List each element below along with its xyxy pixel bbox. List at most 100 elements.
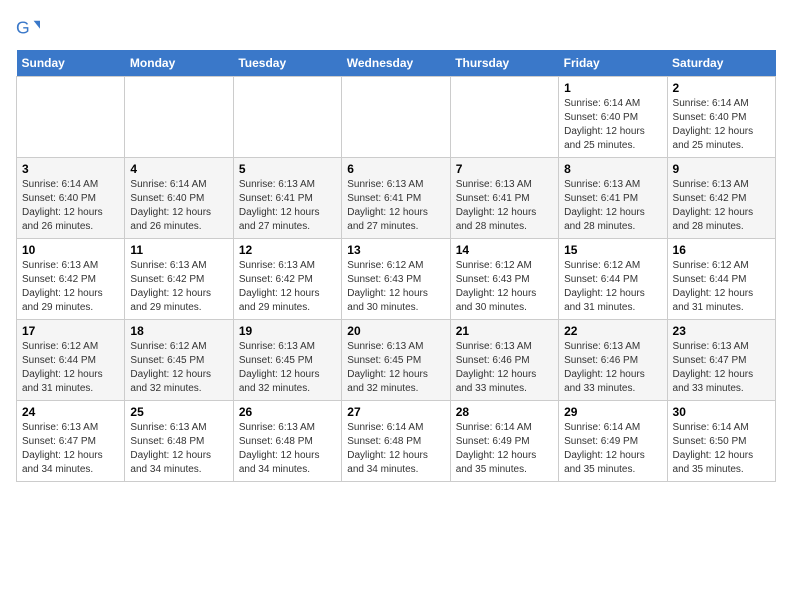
day-number: 12 [239,243,336,257]
day-info: Sunrise: 6:13 AM Sunset: 6:42 PM Dayligh… [22,259,119,315]
calendar-cell: 6 Sunrise: 6:13 AM Sunset: 6:41 PM Daylig… [342,158,450,239]
day-info: Sunrise: 6:13 AM Sunset: 6:45 PM Dayligh… [239,340,336,396]
day-number: 22 [564,324,661,338]
day-number: 27 [347,405,444,419]
calendar-week-1: 1 Sunrise: 6:14 AM Sunset: 6:40 PM Daylig… [17,77,776,158]
calendar-cell: 2 Sunrise: 6:14 AM Sunset: 6:40 PM Daylig… [667,77,775,158]
calendar-week-4: 17 Sunrise: 6:12 AM Sunset: 6:44 PM Dayli… [17,320,776,401]
day-number: 9 [673,162,770,176]
calendar-header-row: SundayMondayTuesdayWednesdayThursdayFrid… [17,50,776,77]
day-number: 28 [456,405,553,419]
calendar-cell: 12 Sunrise: 6:13 AM Sunset: 6:42 PM Dayli… [233,239,341,320]
day-number: 26 [239,405,336,419]
day-info: Sunrise: 6:13 AM Sunset: 6:42 PM Dayligh… [239,259,336,315]
day-header-thursday: Thursday [450,50,558,77]
day-info: Sunrise: 6:14 AM Sunset: 6:40 PM Dayligh… [130,178,227,234]
day-info: Sunrise: 6:13 AM Sunset: 6:41 PM Dayligh… [456,178,553,234]
page-header: G [16,16,776,40]
day-number: 6 [347,162,444,176]
day-info: Sunrise: 6:13 AM Sunset: 6:41 PM Dayligh… [564,178,661,234]
day-number: 17 [22,324,119,338]
calendar-cell: 1 Sunrise: 6:14 AM Sunset: 6:40 PM Daylig… [559,77,667,158]
day-info: Sunrise: 6:12 AM Sunset: 6:43 PM Dayligh… [347,259,444,315]
day-info: Sunrise: 6:13 AM Sunset: 6:41 PM Dayligh… [239,178,336,234]
day-info: Sunrise: 6:13 AM Sunset: 6:46 PM Dayligh… [456,340,553,396]
day-number: 29 [564,405,661,419]
day-number: 18 [130,324,227,338]
calendar-cell [342,77,450,158]
day-info: Sunrise: 6:14 AM Sunset: 6:48 PM Dayligh… [347,421,444,477]
day-info: Sunrise: 6:13 AM Sunset: 6:42 PM Dayligh… [673,178,770,234]
day-number: 20 [347,324,444,338]
day-number: 2 [673,81,770,95]
day-number: 7 [456,162,553,176]
day-info: Sunrise: 6:14 AM Sunset: 6:40 PM Dayligh… [673,97,770,153]
day-info: Sunrise: 6:13 AM Sunset: 6:41 PM Dayligh… [347,178,444,234]
day-info: Sunrise: 6:13 AM Sunset: 6:47 PM Dayligh… [22,421,119,477]
calendar-cell: 13 Sunrise: 6:12 AM Sunset: 6:43 PM Dayli… [342,239,450,320]
calendar-cell: 29 Sunrise: 6:14 AM Sunset: 6:49 PM Dayli… [559,401,667,482]
day-header-tuesday: Tuesday [233,50,341,77]
day-number: 21 [456,324,553,338]
day-number: 4 [130,162,227,176]
day-number: 15 [564,243,661,257]
calendar-week-5: 24 Sunrise: 6:13 AM Sunset: 6:47 PM Dayli… [17,401,776,482]
svg-text:G: G [16,18,30,38]
day-info: Sunrise: 6:13 AM Sunset: 6:48 PM Dayligh… [239,421,336,477]
day-number: 8 [564,162,661,176]
calendar-cell: 16 Sunrise: 6:12 AM Sunset: 6:44 PM Dayli… [667,239,775,320]
calendar-cell: 18 Sunrise: 6:12 AM Sunset: 6:45 PM Dayli… [125,320,233,401]
day-number: 10 [22,243,119,257]
day-number: 1 [564,81,661,95]
day-info: Sunrise: 6:14 AM Sunset: 6:49 PM Dayligh… [564,421,661,477]
day-info: Sunrise: 6:13 AM Sunset: 6:48 PM Dayligh… [130,421,227,477]
calendar-cell: 17 Sunrise: 6:12 AM Sunset: 6:44 PM Dayli… [17,320,125,401]
day-number: 3 [22,162,119,176]
calendar-cell: 27 Sunrise: 6:14 AM Sunset: 6:48 PM Dayli… [342,401,450,482]
calendar-table: SundayMondayTuesdayWednesdayThursdayFrid… [16,50,776,482]
calendar-cell: 26 Sunrise: 6:13 AM Sunset: 6:48 PM Dayli… [233,401,341,482]
logo-icon: G [16,16,40,40]
calendar-cell: 3 Sunrise: 6:14 AM Sunset: 6:40 PM Daylig… [17,158,125,239]
day-info: Sunrise: 6:13 AM Sunset: 6:47 PM Dayligh… [673,340,770,396]
day-number: 5 [239,162,336,176]
day-header-friday: Friday [559,50,667,77]
day-info: Sunrise: 6:12 AM Sunset: 6:43 PM Dayligh… [456,259,553,315]
calendar-cell: 9 Sunrise: 6:13 AM Sunset: 6:42 PM Daylig… [667,158,775,239]
day-info: Sunrise: 6:12 AM Sunset: 6:44 PM Dayligh… [673,259,770,315]
calendar-cell [233,77,341,158]
day-number: 24 [22,405,119,419]
calendar-cell: 4 Sunrise: 6:14 AM Sunset: 6:40 PM Daylig… [125,158,233,239]
day-info: Sunrise: 6:14 AM Sunset: 6:40 PM Dayligh… [22,178,119,234]
day-number: 14 [456,243,553,257]
day-info: Sunrise: 6:14 AM Sunset: 6:49 PM Dayligh… [456,421,553,477]
calendar-cell: 7 Sunrise: 6:13 AM Sunset: 6:41 PM Daylig… [450,158,558,239]
day-number: 13 [347,243,444,257]
calendar-cell: 8 Sunrise: 6:13 AM Sunset: 6:41 PM Daylig… [559,158,667,239]
day-info: Sunrise: 6:14 AM Sunset: 6:40 PM Dayligh… [564,97,661,153]
calendar-cell: 28 Sunrise: 6:14 AM Sunset: 6:49 PM Dayli… [450,401,558,482]
day-header-sunday: Sunday [17,50,125,77]
day-number: 16 [673,243,770,257]
calendar-week-3: 10 Sunrise: 6:13 AM Sunset: 6:42 PM Dayli… [17,239,776,320]
calendar-cell: 10 Sunrise: 6:13 AM Sunset: 6:42 PM Dayli… [17,239,125,320]
day-number: 19 [239,324,336,338]
day-header-saturday: Saturday [667,50,775,77]
logo: G [16,16,44,40]
calendar-cell: 19 Sunrise: 6:13 AM Sunset: 6:45 PM Dayli… [233,320,341,401]
calendar-cell: 15Sunrise: 6:12 AM Sunset: 6:44 PM Dayli… [559,239,667,320]
calendar-cell: 23Sunrise: 6:13 AM Sunset: 6:47 PM Dayli… [667,320,775,401]
calendar-week-2: 3 Sunrise: 6:14 AM Sunset: 6:40 PM Daylig… [17,158,776,239]
calendar-cell: 14 Sunrise: 6:12 AM Sunset: 6:43 PM Dayli… [450,239,558,320]
calendar-cell: 21 Sunrise: 6:13 AM Sunset: 6:46 PM Dayli… [450,320,558,401]
calendar-cell [125,77,233,158]
day-number: 11 [130,243,227,257]
day-number: 25 [130,405,227,419]
day-info: Sunrise: 6:12 AM Sunset: 6:45 PM Dayligh… [130,340,227,396]
calendar-cell: 20 Sunrise: 6:13 AM Sunset: 6:45 PM Dayli… [342,320,450,401]
calendar-cell: 5 Sunrise: 6:13 AM Sunset: 6:41 PM Daylig… [233,158,341,239]
day-info: Sunrise: 6:12 AM Sunset: 6:44 PM Dayligh… [22,340,119,396]
calendar-cell: 24 Sunrise: 6:13 AM Sunset: 6:47 PM Dayli… [17,401,125,482]
calendar-cell: 11Sunrise: 6:13 AM Sunset: 6:42 PM Dayli… [125,239,233,320]
day-info: Sunrise: 6:13 AM Sunset: 6:45 PM Dayligh… [347,340,444,396]
